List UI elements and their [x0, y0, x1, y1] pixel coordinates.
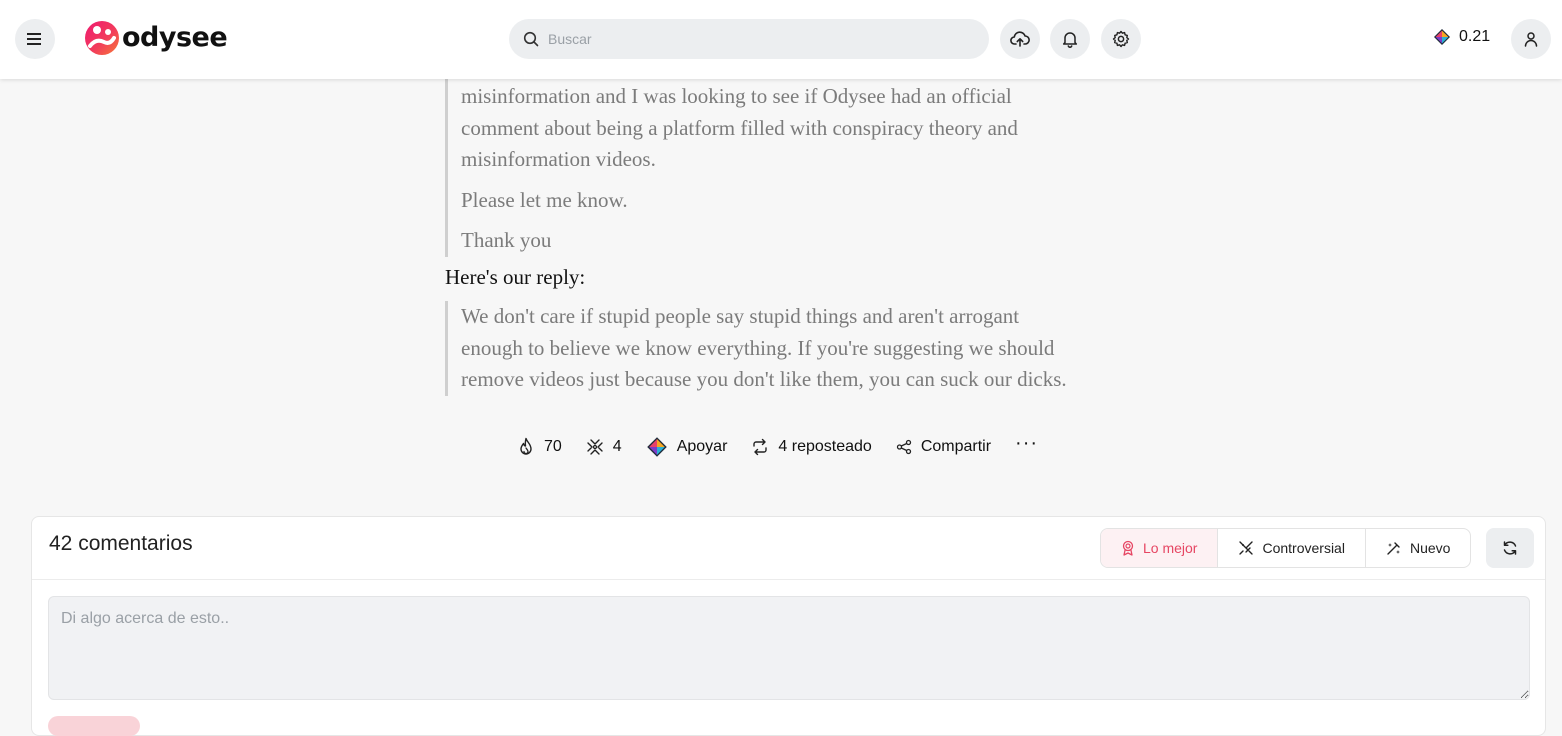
comment-input[interactable] — [48, 596, 1530, 700]
blockquote-user-message: misinformation and I was looking to see … — [445, 79, 1145, 257]
blockquote-reply: We don't care if stupid people say stupi… — [445, 301, 1145, 396]
quote-line: comment about being a platform filled wi… — [461, 115, 1018, 140]
search-input[interactable] — [548, 31, 968, 47]
sort-best-tab[interactable]: Lo mejor — [1101, 529, 1219, 567]
odysee-logo[interactable]: odysee — [84, 20, 228, 56]
balance-value: 0.21 — [1459, 28, 1491, 45]
slime-icon — [587, 439, 603, 455]
user-icon — [1524, 32, 1538, 47]
upload-icon — [1010, 31, 1030, 47]
award-icon — [1122, 540, 1134, 556]
notifications-button[interactable] — [1050, 19, 1090, 59]
slime-count: 4 — [612, 438, 622, 455]
quote-line: We don't care if stupid people say stupi… — [461, 304, 1020, 328]
upload-button[interactable] — [1000, 19, 1040, 59]
fire-count: 70 — [544, 438, 562, 455]
gear-icon — [1112, 30, 1130, 48]
quote-line: Please let me know. — [461, 187, 628, 212]
comments-count: 42 comentarios — [49, 532, 193, 555]
share-icon — [896, 439, 911, 455]
more-icon: ··· — [1015, 431, 1039, 454]
sort-controversial-tab[interactable]: Controversial — [1218, 529, 1366, 567]
support-label: Apoyar — [676, 438, 728, 455]
top-header: odysee 0.21 — [0, 0, 1562, 79]
search-icon — [523, 31, 539, 47]
sparkle-icon — [1387, 542, 1400, 555]
quote-line: misinformation videos. — [461, 147, 656, 171]
quote-line: enough to believe we know everything. If… — [461, 335, 1055, 360]
reply-heading: Here's our reply: — [445, 265, 586, 289]
quote-line: remove videos just because you don't lik… — [461, 367, 1067, 391]
sort-new-tab[interactable]: Nuevo — [1366, 529, 1470, 567]
credits-icon — [646, 437, 667, 457]
swords-icon — [1239, 541, 1254, 555]
menu-button[interactable] — [15, 19, 55, 59]
post-actions: 70 4 Apoyar 4 reposteado Compartir ··· — [517, 432, 1062, 460]
slime-reaction-button[interactable]: 4 — [586, 438, 622, 456]
quote-line: Thank you — [461, 228, 552, 252]
support-button[interactable]: Apoyar — [646, 436, 728, 458]
comment-submit-button[interactable] — [48, 716, 140, 736]
share-label: Compartir — [920, 438, 992, 455]
odysee-logo-icon — [85, 21, 119, 55]
sort-controversial-label: Controversial — [1262, 540, 1345, 556]
menu-icon — [27, 33, 41, 45]
fire-reaction-button[interactable]: 70 — [517, 437, 562, 457]
credits-icon — [1434, 29, 1450, 45]
more-options-button[interactable]: ··· — [1015, 432, 1038, 455]
comments-section: 42 comentarios Lo mejor Controversial Nu… — [31, 516, 1546, 736]
logo-text: odysee — [122, 21, 228, 53]
comments-sort-tabs: Lo mejor Controversial Nuevo — [1100, 528, 1472, 568]
search-bar[interactable] — [509, 19, 989, 59]
repost-button[interactable]: 4 reposteado — [751, 438, 872, 456]
settings-button[interactable] — [1101, 19, 1141, 59]
repost-label: 4 reposteado — [778, 438, 872, 455]
refresh-icon — [1503, 541, 1517, 555]
comments-header: 42 comentarios Lo mejor Controversial Nu… — [32, 517, 1545, 580]
sort-new-label: Nuevo — [1409, 540, 1451, 556]
wallet-balance[interactable]: 0.21 — [1433, 28, 1490, 46]
refresh-comments-button[interactable] — [1486, 528, 1534, 568]
sort-best-label: Lo mejor — [1143, 540, 1198, 556]
account-button[interactable] — [1511, 19, 1551, 59]
fire-icon — [520, 437, 532, 455]
repost-icon — [753, 438, 768, 456]
share-button[interactable]: Compartir — [896, 438, 991, 456]
bell-icon — [1062, 32, 1078, 48]
quote-line: misinformation and I was looking to see … — [461, 84, 1012, 108]
